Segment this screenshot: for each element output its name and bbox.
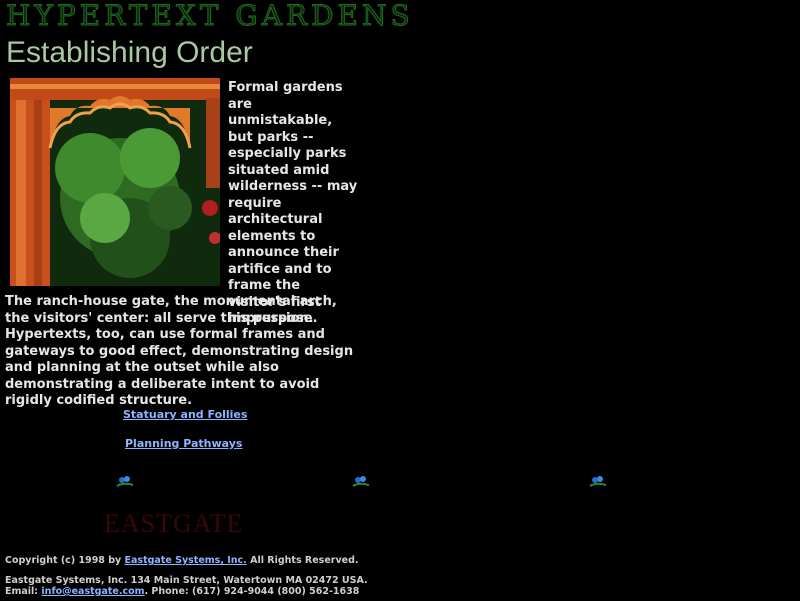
flower-icon [116, 476, 134, 487]
body-paragraph: The ranch-house gate, the monumental arc… [5, 294, 354, 408]
copyright-line: Copyright (c) 1998 by Eastgate Systems, … [5, 555, 359, 567]
planning-pathways-link[interactable]: Planning Pathways [125, 437, 242, 450]
eastgate-systems-link[interactable]: Eastgate Systems, Inc. [125, 555, 247, 566]
statuary-and-follies-link[interactable]: Statuary and Follies [123, 408, 247, 421]
flower-icon [589, 476, 607, 487]
copyright-prefix: Copyright (c) 1998 by [5, 555, 125, 566]
eastgate-logo: EASTGATE [104, 509, 244, 538]
contact-line: Email: info@eastgate.com. Phone: (617) 9… [5, 586, 359, 598]
email-link[interactable]: info@eastgate.com [41, 586, 144, 597]
garden-arch-photo [10, 78, 220, 286]
site-banner: HYPERTEXT GARDENS [6, 0, 414, 32]
intro-paragraph: Formal gardens are unmistakable, but par… [228, 80, 358, 326]
email-label: Email: [5, 586, 42, 597]
phone-text: . Phone: (617) 924-9044 (800) 562-1638 [144, 586, 360, 597]
page-title: Establishing Order [6, 36, 253, 69]
copyright-suffix: All Rights Reserved. [246, 555, 359, 566]
flower-icon [352, 476, 370, 487]
